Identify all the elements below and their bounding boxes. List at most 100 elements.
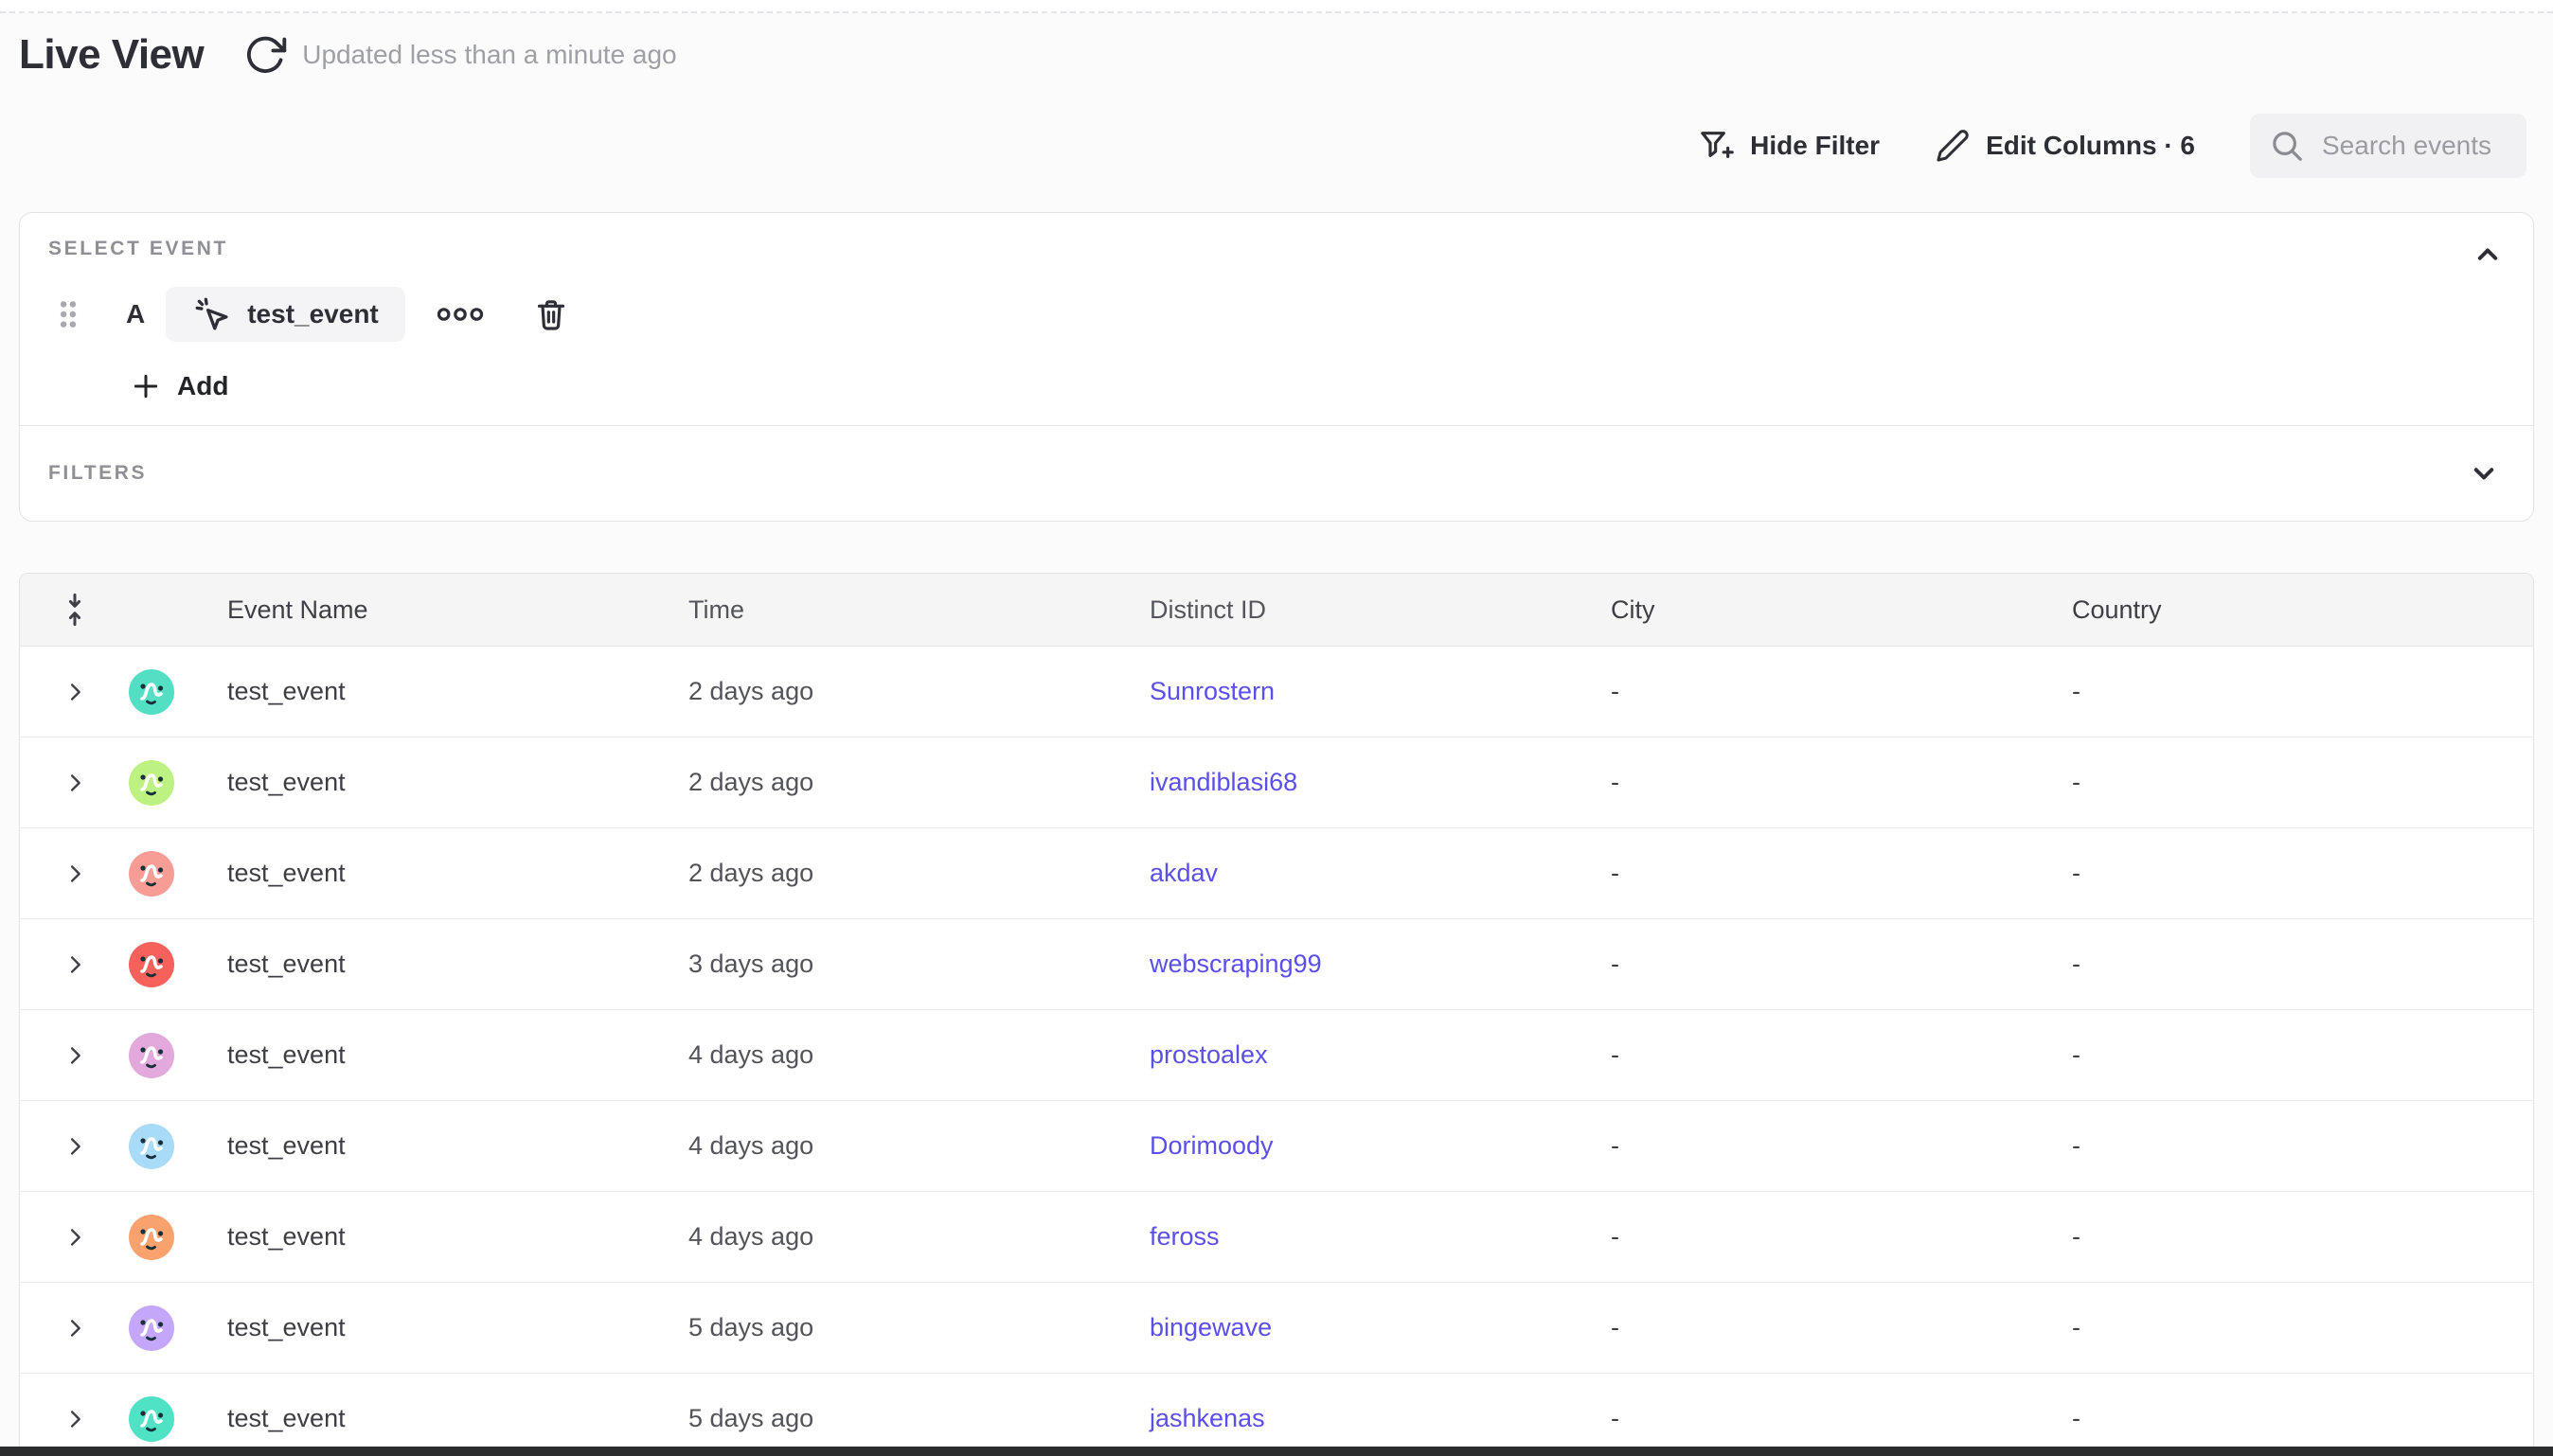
row-expand-chevron[interactable] — [56, 764, 94, 802]
avatar — [129, 760, 174, 806]
cell-country: - — [2072, 859, 2533, 888]
event-row-letter: A — [126, 299, 145, 329]
page-title: Live View — [19, 31, 204, 79]
row-expand-chevron[interactable] — [56, 1037, 94, 1074]
cell-country: - — [2072, 1404, 2533, 1433]
table-row[interactable]: test_event 4 days ago Dorimoody - - — [20, 1101, 2533, 1192]
distinct-id-link[interactable]: feross — [1150, 1222, 1220, 1251]
cursor-click-icon — [192, 294, 232, 334]
toolbar: Hide Filter Edit Columns · 6 — [1697, 114, 2526, 178]
distinct-id-link[interactable]: prostoalex — [1150, 1040, 1268, 1069]
events-table: Event Name Time Distinct ID City Country — [19, 573, 2534, 1456]
search-input[interactable] — [2322, 131, 2508, 161]
filters-label: FILTERS — [48, 462, 147, 485]
avatar — [129, 851, 174, 897]
cell-city: - — [1611, 950, 2072, 979]
avatar — [129, 942, 174, 987]
search-events-box[interactable] — [2250, 114, 2526, 178]
row-expand-chevron[interactable] — [56, 1400, 94, 1438]
cell-country: - — [2072, 1040, 2533, 1070]
add-event-button[interactable]: Add — [130, 370, 228, 402]
row-expand-chevron[interactable] — [56, 1218, 94, 1256]
distinct-id-link[interactable]: ivandiblasi68 — [1150, 768, 1297, 796]
refresh-button[interactable] — [243, 33, 287, 77]
drag-handle-icon[interactable] — [56, 297, 80, 331]
collapse-select-event-button[interactable] — [2467, 234, 2508, 275]
add-button-label: Add — [177, 371, 228, 401]
row-expand-chevron[interactable] — [56, 946, 94, 984]
cell-event-name: test_event — [227, 1222, 688, 1252]
table-row[interactable]: test_event 2 days ago Sunrostern - - — [20, 647, 2533, 737]
row-expand-chevron[interactable] — [56, 855, 94, 893]
cell-time: 5 days ago — [688, 1404, 1150, 1433]
bottom-edge-bar — [0, 1447, 2553, 1456]
cell-time: 4 days ago — [688, 1040, 1150, 1070]
table-row[interactable]: test_event 2 days ago akdav - - — [20, 828, 2533, 919]
select-event-section: SELECT EVENT A — [20, 213, 2533, 425]
cell-time: 4 days ago — [688, 1131, 1150, 1161]
select-event-label: SELECT EVENT — [48, 238, 228, 259]
cell-city: - — [1611, 1222, 2072, 1252]
edit-columns-button[interactable]: Edit Columns · 6 — [1935, 128, 2195, 164]
cell-event-name: test_event — [227, 859, 688, 888]
cell-city: - — [1611, 677, 2072, 706]
cell-event-name: test_event — [227, 677, 688, 706]
row-expand-chevron[interactable] — [56, 1128, 94, 1165]
table-header-row: Event Name Time Distinct ID City Country — [20, 574, 2533, 647]
cell-city: - — [1611, 1040, 2072, 1070]
cell-city: - — [1611, 859, 2072, 888]
hide-filter-button[interactable]: Hide Filter — [1697, 127, 1880, 165]
distinct-id-link[interactable]: Sunrostern — [1150, 677, 1275, 705]
page-header: Live View Updated less than a minute ago — [19, 25, 677, 85]
column-header-event-name: Event Name — [227, 595, 688, 625]
cell-country: - — [2072, 677, 2533, 706]
event-chip-label: test_event — [247, 299, 379, 329]
query-builder-card: SELECT EVENT A — [19, 212, 2534, 522]
distinct-id-link[interactable]: Dorimoody — [1150, 1131, 1274, 1160]
avatar — [129, 1396, 174, 1442]
dots-menu-icon — [436, 305, 485, 324]
chevron-down-icon — [2467, 456, 2501, 490]
collapse-all-rows-button[interactable] — [55, 587, 95, 632]
avatar — [129, 1124, 174, 1169]
cell-event-name: test_event — [227, 1404, 688, 1433]
event-query-row: A test_event — [48, 287, 2505, 342]
avatar — [129, 1033, 174, 1078]
cell-city: - — [1611, 1313, 2072, 1342]
distinct-id-link[interactable]: bingewave — [1150, 1313, 1272, 1341]
expand-filters-button[interactable] — [2463, 453, 2505, 494]
table-row[interactable]: test_event 2 days ago ivandiblasi68 - - — [20, 737, 2533, 828]
cell-country: - — [2072, 1222, 2533, 1252]
filter-plus-icon — [1697, 127, 1735, 165]
filters-section: FILTERS — [20, 426, 2533, 521]
table-row[interactable]: test_event 3 days ago webscraping99 - - — [20, 919, 2533, 1010]
cell-city: - — [1611, 768, 2072, 797]
avatar — [129, 1305, 174, 1351]
event-select-button[interactable]: test_event — [166, 287, 405, 342]
chevron-up-icon — [2471, 238, 2505, 272]
distinct-id-link[interactable]: webscraping99 — [1150, 950, 1322, 978]
cell-time: 2 days ago — [688, 677, 1150, 706]
cell-event-name: test_event — [227, 1131, 688, 1161]
table-row[interactable]: test_event 4 days ago prostoalex - - — [20, 1010, 2533, 1101]
top-edge-strip — [0, 0, 2553, 13]
row-expand-chevron[interactable] — [56, 1309, 94, 1347]
trash-icon — [532, 294, 570, 334]
table-row[interactable]: test_event 4 days ago feross - - — [20, 1192, 2533, 1283]
cell-time: 2 days ago — [688, 859, 1150, 888]
distinct-id-link[interactable]: jashkenas — [1150, 1404, 1265, 1432]
plus-icon — [130, 370, 162, 402]
table-row[interactable]: test_event 5 days ago bingewave - - — [20, 1283, 2533, 1374]
column-header-country: Country — [2072, 595, 2533, 625]
pencil-icon — [1935, 128, 1971, 164]
cell-country: - — [2072, 768, 2533, 797]
column-header-city: City — [1611, 595, 2072, 625]
row-expand-chevron[interactable] — [56, 673, 94, 711]
cell-time: 3 days ago — [688, 950, 1150, 979]
table-row[interactable]: test_event 5 days ago jashkenas - - — [20, 1374, 2533, 1456]
delete-event-button[interactable] — [528, 291, 574, 338]
cell-city: - — [1611, 1131, 2072, 1161]
distinct-id-link[interactable]: akdav — [1150, 859, 1218, 887]
event-options-button[interactable] — [430, 299, 491, 329]
cell-city: - — [1611, 1404, 2072, 1433]
